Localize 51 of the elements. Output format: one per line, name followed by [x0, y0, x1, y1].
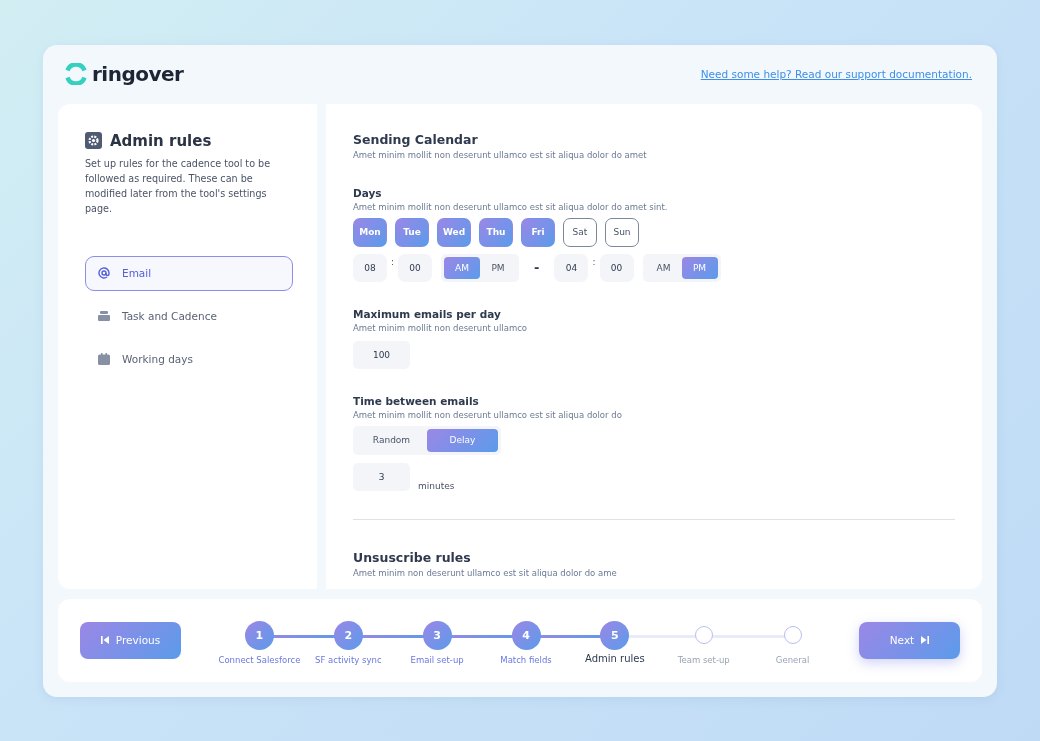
- step-marker: 3: [422, 621, 452, 651]
- step-label: Admin rules: [585, 653, 645, 665]
- step-label: SF activity sync: [315, 655, 382, 666]
- step-label: Team set-up: [677, 655, 730, 666]
- logo-icon: [64, 63, 88, 86]
- period-toggle[interactable]: AM: [645, 256, 682, 279]
- panel-description: Set up rules for the cadence tool to be followed as required. These can be modified later from the tool's settings page.: [85, 156, 272, 216]
- skip-forward-icon: [921, 636, 930, 645]
- sidebar-item[interactable]: Email: [85, 255, 293, 291]
- skip-back-icon: [100, 636, 109, 645]
- section-description: Amet minim mollit non deserunt ullamco est sit aliqua dolor do: [353, 409, 623, 420]
- step-label: Match fields: [500, 655, 552, 666]
- sidebar-item[interactable]: Task and Cadence: [85, 298, 293, 334]
- period-toggle[interactable]: PM: [480, 256, 517, 279]
- at-sign-icon: [98, 267, 110, 280]
- step-label: Email set-up: [410, 655, 464, 666]
- step-marker: 2: [333, 621, 363, 651]
- stack-icon: [98, 311, 110, 322]
- section-description: Amet minim non deserunt ullamco est sit aliqua dolor do ame: [353, 567, 618, 578]
- section-description: Amet minim mollit non deserunt ullamco est sit aliqua dolor do amet sint.: [353, 201, 669, 212]
- range-separator: -: [534, 260, 540, 276]
- number-field[interactable]: 100: [353, 340, 410, 369]
- support-link[interactable]: Need some help? Read our support documentation.: [700, 68, 972, 81]
- section-title: Unsuscribe rules: [353, 549, 472, 565]
- section-title: Sending Calendar: [353, 131, 479, 147]
- sidebar-item[interactable]: Working days: [85, 341, 293, 377]
- step-marker: 4: [511, 621, 541, 651]
- day-toggle[interactable]: Sat: [563, 217, 597, 247]
- step-label: Connect Salesforce: [218, 655, 301, 666]
- time-colon: :: [592, 256, 596, 267]
- minute-field[interactable]: 00: [599, 253, 634, 282]
- mode-toggle[interactable]: Random: [356, 428, 427, 452]
- section-description: Amet minim mollit non deserunt ullamco: [353, 322, 529, 333]
- unit-label: minutes: [418, 480, 455, 491]
- field-label: Days: [353, 186, 383, 199]
- step-marker: 5: [600, 621, 630, 651]
- day-toggle[interactable]: Sun: [605, 217, 639, 247]
- minute-field[interactable]: 00: [398, 253, 433, 282]
- gear-icon: [85, 132, 102, 150]
- field-label: Maximum emails per day: [353, 307, 502, 320]
- panel-title: Admin rules: [110, 131, 212, 150]
- section-description: Amet minim mollit non deserunt ullamco est sit aliqua dolor do amet: [353, 149, 648, 160]
- step-marker: 1: [244, 621, 274, 651]
- calendar-icon: [98, 353, 110, 366]
- brand-name: ringover: [92, 62, 184, 87]
- hour-field[interactable]: 08: [353, 253, 387, 282]
- number-field[interactable]: 3: [353, 462, 410, 491]
- field-label: Time between emails: [353, 394, 480, 407]
- step-label: General: [775, 655, 810, 666]
- time-colon: :: [391, 256, 395, 267]
- hour-field[interactable]: 04: [554, 253, 589, 282]
